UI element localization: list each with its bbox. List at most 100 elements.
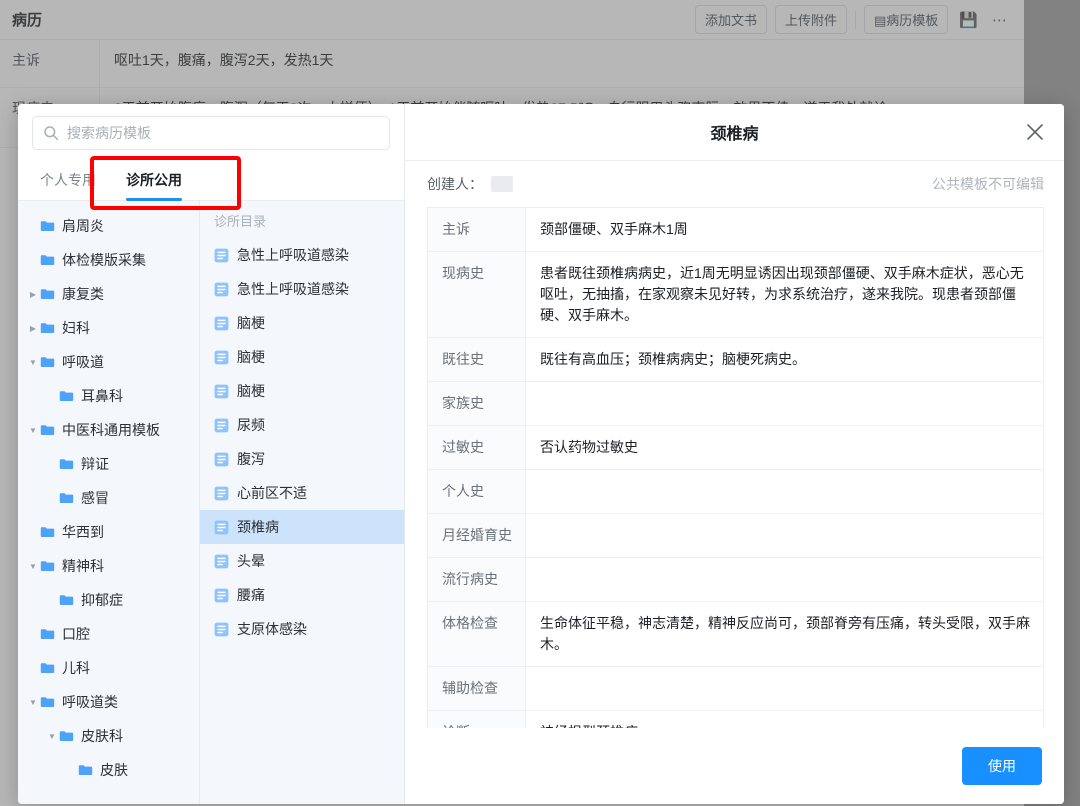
detail-footer: 使用 bbox=[405, 728, 1064, 804]
list-item[interactable]: 急性上呼吸道感染 bbox=[200, 272, 404, 306]
list-item[interactable]: 颈椎病 bbox=[200, 510, 404, 544]
folder-icon bbox=[78, 764, 93, 776]
readonly-note: 公共模板不可编辑 bbox=[932, 174, 1044, 194]
record-field-label: 个人史 bbox=[428, 470, 526, 514]
list-item[interactable]: 腰痛 bbox=[200, 578, 404, 612]
search-icon bbox=[43, 125, 59, 141]
chevron-down-icon[interactable]: ▼ bbox=[45, 732, 59, 741]
record-field-value bbox=[526, 514, 1044, 558]
folder-icon bbox=[40, 662, 55, 674]
chevron-down-icon[interactable]: ▼ bbox=[26, 562, 40, 571]
record-field-value: 否认药物过敏史 bbox=[526, 426, 1044, 470]
tree-item[interactable]: ▼ 精神科 bbox=[18, 549, 199, 583]
detail-body: 主诉颈部僵硬、双手麻木1周现病史患者既往颈椎病病史，近1周无明显诱因出现颈部僵硬… bbox=[405, 207, 1064, 728]
tree-item-label: 口腔 bbox=[62, 624, 90, 644]
template-scope-tabs: 个人专用 诊所公用 bbox=[18, 160, 404, 201]
chevron-right-icon[interactable]: ▶ bbox=[26, 290, 40, 299]
folder-icon bbox=[40, 424, 55, 436]
list-item[interactable]: 脑梗 bbox=[200, 340, 404, 374]
folder-icon bbox=[59, 492, 74, 504]
list-item[interactable]: 心前区不适 bbox=[200, 476, 404, 510]
record-field-value: 既往有高血压；颈椎病病史；脑梗死病史。 bbox=[526, 338, 1044, 382]
tree-item-label: 妇科 bbox=[62, 318, 90, 338]
tree-item[interactable]: ▶口腔 bbox=[18, 617, 199, 651]
folder-icon bbox=[40, 560, 55, 572]
tree-item[interactable]: ▶感冒 bbox=[18, 481, 199, 515]
tree-item[interactable]: ▶华西到 bbox=[18, 515, 199, 549]
chevron-down-icon[interactable]: ▼ bbox=[26, 698, 40, 707]
tree-item[interactable]: ▶辩证 bbox=[18, 447, 199, 481]
detail-title: 颈椎病 bbox=[710, 120, 758, 144]
tree-item[interactable]: ▶ 妇科 bbox=[18, 311, 199, 345]
chevron-down-icon[interactable]: ▼ bbox=[26, 358, 40, 367]
list-item-label: 腰痛 bbox=[237, 585, 265, 605]
record-field-value bbox=[526, 667, 1044, 711]
document-icon bbox=[214, 350, 229, 365]
list-item[interactable]: 急性上呼吸道感染 bbox=[200, 238, 404, 272]
tree-item-label: 耳鼻科 bbox=[81, 386, 123, 406]
tree-item-label: 呼吸道 bbox=[62, 352, 104, 372]
tree-item[interactable]: ▼ 中医科通用模板 bbox=[18, 413, 199, 447]
tree-item[interactable]: ▶抑郁症 bbox=[18, 583, 199, 617]
tab-personal[interactable]: 个人专用 bbox=[40, 170, 96, 200]
record-field-value: 颈部僵硬、双手麻木1周 bbox=[526, 208, 1044, 252]
table-row: 主诉颈部僵硬、双手麻木1周 bbox=[428, 208, 1044, 252]
tree-item[interactable]: ▶康复类 bbox=[18, 277, 199, 311]
chevron-down-icon[interactable]: ▼ bbox=[26, 426, 40, 435]
close-icon[interactable] bbox=[1024, 121, 1046, 143]
tree-item-label: 皮肤 bbox=[100, 760, 128, 780]
use-button[interactable]: 使用 bbox=[962, 747, 1042, 785]
list-item-label: 急性上呼吸道感染 bbox=[237, 245, 349, 265]
list-item[interactable]: 腹泻 bbox=[200, 442, 404, 476]
list-item[interactable]: 脑梗 bbox=[200, 374, 404, 408]
record-field-value bbox=[526, 470, 1044, 514]
table-row: 月经婚育史 bbox=[428, 514, 1044, 558]
list-item-label: 颈椎病 bbox=[237, 517, 279, 537]
folder-icon bbox=[59, 594, 74, 606]
tree-item[interactable]: ▼呼吸道类 bbox=[18, 685, 199, 719]
chevron-right-icon[interactable]: ▶ bbox=[26, 324, 40, 333]
record-field-label: 过敏史 bbox=[428, 426, 526, 470]
record-field-value: 神经根型颈椎病 bbox=[526, 711, 1044, 729]
search-input[interactable] bbox=[67, 125, 379, 141]
table-row: 过敏史否认药物过敏史 bbox=[428, 426, 1044, 470]
tree-item[interactable]: ▶体检模版采集 bbox=[18, 243, 199, 277]
search-area bbox=[18, 104, 404, 160]
search-box[interactable] bbox=[32, 116, 390, 150]
document-icon bbox=[214, 520, 229, 535]
template-list-items: 急性上呼吸道感染急性上呼吸道感染脑梗脑梗脑梗尿频腹泻心前区不适颈椎病头晕腰痛支原… bbox=[200, 238, 404, 646]
folder-icon bbox=[40, 628, 55, 640]
creator-value bbox=[491, 176, 513, 192]
template-detail-pane: 颈椎病 创建人： 公共模板不可编辑 主诉颈部僵硬、双手麻木1周现病史患者既往颈椎… bbox=[405, 104, 1064, 804]
tree-item-label: 中医科通用模板 bbox=[62, 420, 160, 440]
tree-item-label: 精神科 bbox=[62, 556, 104, 576]
table-row: 家族史 bbox=[428, 382, 1044, 426]
tree-item[interactable]: ▶皮肤 bbox=[18, 753, 199, 787]
record-field-label: 辅助检查 bbox=[428, 667, 526, 711]
record-field-value: 患者既往颈椎病病史，近1周无明显诱因出现颈部僵硬、双手麻木症状，恶心无呕吐，无抽… bbox=[526, 252, 1044, 338]
tree-item[interactable]: ▼ 皮肤科 bbox=[18, 719, 199, 753]
tree-item[interactable]: ▶儿科 bbox=[18, 651, 199, 685]
list-item-label: 脑梗 bbox=[237, 381, 265, 401]
document-icon bbox=[214, 418, 229, 433]
folder-icon bbox=[40, 322, 55, 334]
list-item[interactable]: 脑梗 bbox=[200, 306, 404, 340]
tree-item[interactable]: ▼ 呼吸道 bbox=[18, 345, 199, 379]
list-item[interactable]: 头晕 bbox=[200, 544, 404, 578]
tree-item-label: 皮肤科 bbox=[81, 726, 123, 746]
creator-row: 创建人： 公共模板不可编辑 bbox=[405, 161, 1064, 207]
folder-icon bbox=[40, 356, 55, 368]
folder-icon bbox=[59, 730, 74, 742]
table-row: 诊断神经根型颈椎病 bbox=[428, 711, 1044, 729]
table-row: 现病史患者既往颈椎病病史，近1周无明显诱因出现颈部僵硬、双手麻木症状，恶心无呕吐… bbox=[428, 252, 1044, 338]
tree-item[interactable]: ▶肩周炎 bbox=[18, 209, 199, 243]
tree-item[interactable]: ▶耳鼻科 bbox=[18, 379, 199, 413]
detail-header: 颈椎病 bbox=[405, 104, 1064, 161]
tab-clinic-shared[interactable]: 诊所公用 bbox=[126, 170, 182, 200]
tree-item-label: 华西到 bbox=[62, 522, 104, 542]
document-icon bbox=[214, 452, 229, 467]
category-tree: ▶肩周炎▶体检模版采集▶康复类▶妇科▼呼吸道▶耳鼻科▼中医科通用模板▶辩证▶感冒… bbox=[18, 201, 200, 804]
tree-item-label: 感冒 bbox=[81, 488, 109, 508]
list-item[interactable]: 尿频 bbox=[200, 408, 404, 442]
list-item[interactable]: 支原体感染 bbox=[200, 612, 404, 646]
